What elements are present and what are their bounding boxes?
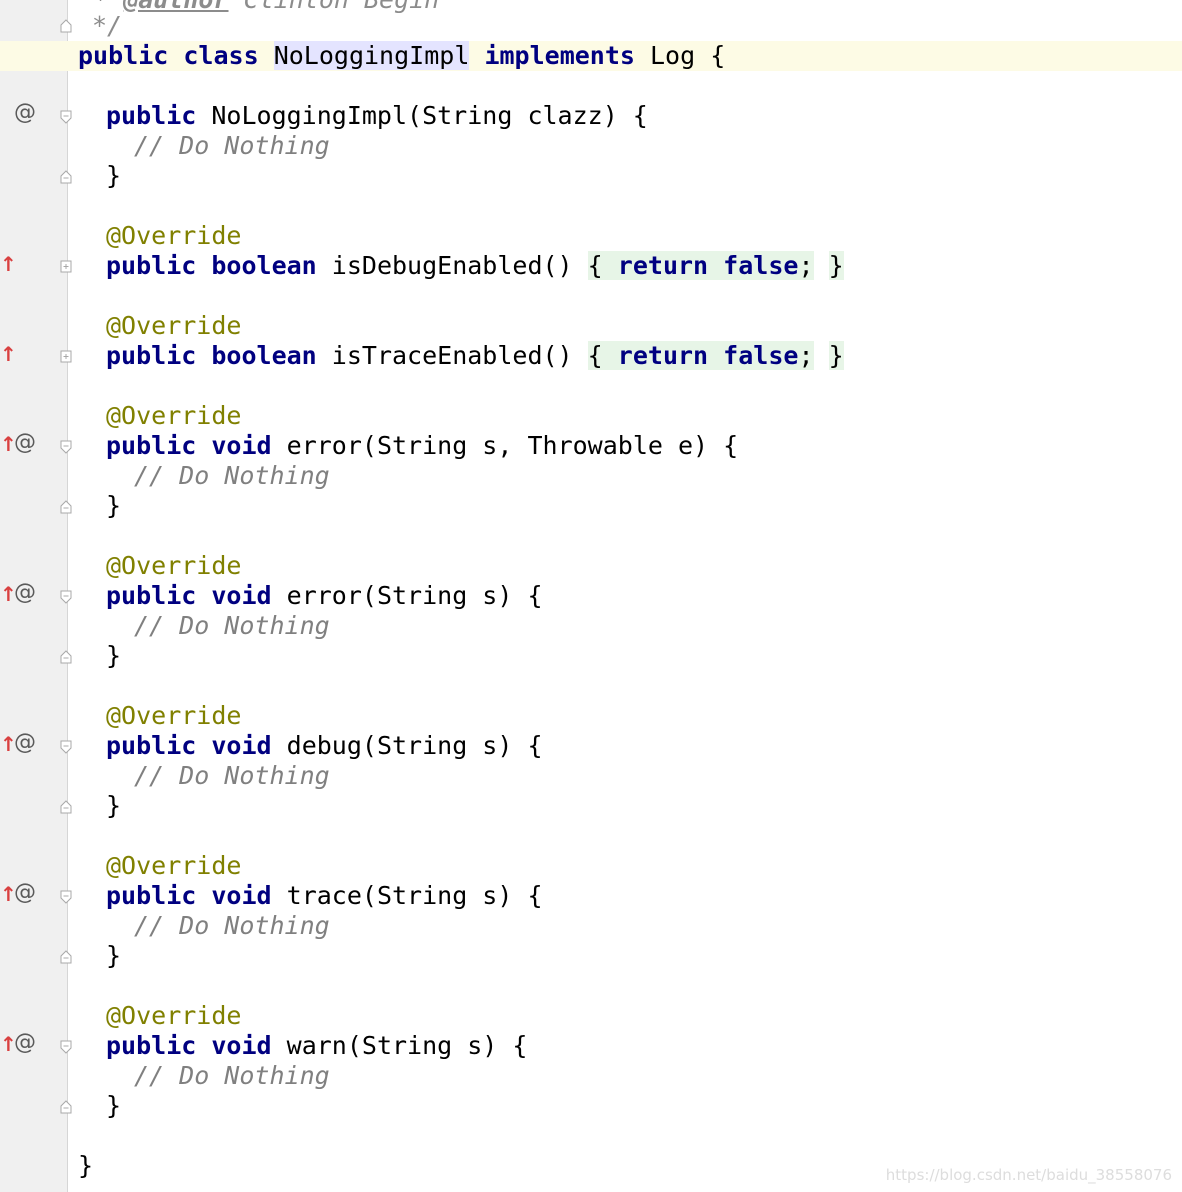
fold-end-icon[interactable] — [60, 500, 72, 514]
method-signature: public void warn(String s) { — [106, 1031, 528, 1060]
doc-comment-end: */ — [92, 11, 123, 40]
folded-block[interactable]: { return false; — [587, 251, 814, 280]
overriding-marker-icon[interactable]: @ — [14, 878, 36, 908]
override-annotation: @Override — [106, 401, 242, 430]
class-declaration: public class NoLoggingImpl implements Lo… — [78, 41, 726, 70]
fold-start-icon[interactable] — [60, 1040, 72, 1054]
fold-expand-icon[interactable] — [60, 350, 72, 364]
is-trace-enabled-method: public boolean isTraceEnabled() { return… — [106, 341, 844, 370]
fold-expand-icon[interactable] — [60, 260, 72, 274]
folded-block[interactable]: { return false; — [587, 341, 814, 370]
is-debug-enabled-method: public boolean isDebugEnabled() { return… — [106, 251, 844, 280]
author-tag: @author — [123, 0, 228, 14]
constructor-signature: public NoLoggingImpl(String clazz) { — [106, 101, 648, 130]
implements-arrow-icon[interactable]: ↑ — [0, 339, 17, 369]
class-name: NoLoggingImpl — [273, 41, 470, 70]
override-annotation: @Override — [106, 1001, 242, 1030]
fold-end-icon[interactable] — [60, 170, 72, 184]
fold-start-icon[interactable] — [60, 740, 72, 754]
fold-start-icon[interactable] — [60, 440, 72, 454]
method-signature: public void trace(String s) { — [106, 881, 543, 910]
method-close: } — [106, 491, 122, 520]
method-comment: // Do Nothing — [134, 461, 330, 490]
override-annotation: @Override — [106, 221, 242, 250]
method-signature: public void debug(String s) { — [106, 731, 543, 760]
class-close: } — [78, 1151, 94, 1180]
fold-end-icon[interactable] — [60, 800, 72, 814]
override-annotation: @Override — [106, 701, 242, 730]
fold-start-icon[interactable] — [60, 890, 72, 904]
overriding-marker-icon[interactable]: @ — [14, 98, 36, 128]
method-close: } — [106, 641, 122, 670]
override-annotation: @Override — [106, 551, 242, 580]
method-close: } — [106, 941, 122, 970]
overriding-marker-icon[interactable]: @ — [14, 578, 36, 608]
fold-start-icon[interactable] — [60, 110, 72, 124]
method-comment: // Do Nothing — [134, 611, 330, 640]
override-annotation: @Override — [106, 851, 242, 880]
method-comment: // Do Nothing — [134, 911, 330, 940]
method-close: } — [106, 791, 122, 820]
constructor-comment: // Do Nothing — [134, 131, 330, 160]
overriding-marker-icon[interactable]: @ — [14, 728, 36, 758]
method-comment: // Do Nothing — [134, 761, 330, 790]
method-comment: // Do Nothing — [134, 1061, 330, 1090]
method-signature: public void error(String s, Throwable e)… — [106, 431, 739, 460]
implements-arrow-icon[interactable]: ↑ — [0, 249, 17, 279]
method-close: } — [106, 1091, 122, 1120]
fold-end-icon[interactable] — [60, 1100, 72, 1114]
doc-comment-line: * @author Clinton Begin — [78, 0, 439, 15]
fold-end-icon[interactable] — [60, 650, 72, 664]
fold-start-icon[interactable] — [60, 590, 72, 604]
overriding-marker-icon[interactable]: @ — [14, 428, 36, 458]
override-annotation: @Override — [106, 311, 242, 340]
fold-end-icon[interactable] — [60, 19, 72, 33]
constructor-close: } — [106, 161, 122, 190]
overriding-marker-icon[interactable]: @ — [14, 1028, 36, 1058]
fold-end-icon[interactable] — [60, 950, 72, 964]
watermark: https://blog.csdn.net/baidu_38558076 — [885, 1166, 1172, 1184]
method-signature: public void error(String s) { — [106, 581, 543, 610]
